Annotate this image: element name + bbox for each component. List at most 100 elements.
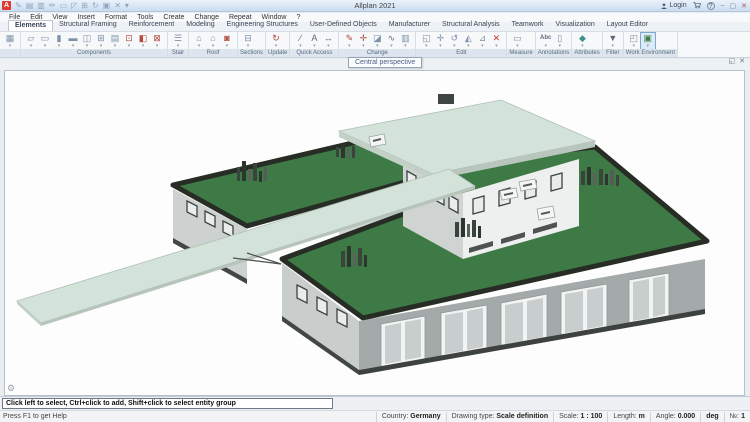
ribbon-tab[interactable]: Structural Analysis <box>436 20 506 31</box>
dropdown-caret-icon[interactable]: ▾ <box>86 44 89 49</box>
cart-icon[interactable] <box>693 2 701 9</box>
smart-door-icon[interactable]: ◧ ▾ <box>136 33 150 49</box>
match-properties-icon[interactable]: ▥ ▾ <box>398 33 412 49</box>
allplan-logo-icon[interactable]: A <box>2 1 11 10</box>
ribbon-tab[interactable]: Visualization <box>550 20 601 31</box>
recess-icon[interactable]: ⊠ ▾ <box>150 33 164 49</box>
window-opening-icon[interactable]: ⊞ ▾ <box>94 33 108 49</box>
status-cell[interactable]: deg <box>700 411 723 422</box>
close-button[interactable]: ✕ <box>741 2 747 10</box>
prompt-message[interactable]: Click left to select, Ctrl+click to add,… <box>2 398 333 409</box>
label-icon[interactable]: ▯ ▾ <box>553 33 567 49</box>
downstand-beam-icon[interactable]: ▬ ▾ <box>66 33 80 49</box>
line-icon[interactable]: ∕ ▾ <box>293 33 307 49</box>
ribbon-tab[interactable]: Elements <box>8 20 54 31</box>
spline-icon[interactable]: ∿ ▾ <box>384 33 398 49</box>
skylight-icon[interactable]: ◙ ▾ <box>220 33 234 49</box>
rotate-icon[interactable]: ↺ ▾ <box>447 33 461 49</box>
dropdown-caret-icon[interactable]: ▾ <box>30 44 33 49</box>
ribbon-tab[interactable]: Modeling <box>180 20 220 31</box>
dropdown-caret-icon[interactable]: ▾ <box>425 44 428 49</box>
plot-layout-icon[interactable]: ◰ ▾ <box>627 33 641 49</box>
ribbon-tab[interactable]: Manufacturer <box>383 20 436 31</box>
measure-icon[interactable]: ▭ ▾ <box>510 33 524 49</box>
viewport-cube-icon[interactable]: ▦ ▾ <box>3 33 17 49</box>
ribbon-tab[interactable]: Reinforcement <box>123 20 181 31</box>
viewport-float-icon[interactable]: ◱ <box>729 57 736 65</box>
roof-frame-icon[interactable]: ⌂ ▾ <box>192 33 206 49</box>
status-cell[interactable]: Length: m <box>607 411 650 422</box>
status-cell[interactable]: Scale: 1 : 100 <box>553 411 607 422</box>
column-icon[interactable]: ▮ ▾ <box>52 33 66 49</box>
dropdown-caret-icon[interactable]: ▾ <box>612 44 615 49</box>
dropdown-caret-icon[interactable]: ▾ <box>404 44 407 49</box>
ribbon-tab[interactable]: Layout Editor <box>601 20 654 31</box>
qat-caret-icon[interactable]: ▾ <box>125 1 129 11</box>
roof-covering-icon[interactable]: ⌂ ▾ <box>206 33 220 49</box>
move-icon[interactable]: ✛ ▾ <box>433 33 447 49</box>
dropdown-caret-icon[interactable]: ▾ <box>299 44 302 49</box>
dropdown-caret-icon[interactable]: ▾ <box>114 44 117 49</box>
ribbon-tab[interactable]: Teamwork <box>506 20 550 31</box>
dropdown-caret-icon[interactable]: ▾ <box>156 44 159 49</box>
section-icon[interactable]: ⊟ ▾ <box>241 33 255 49</box>
window-icon[interactable]: ▣ <box>103 1 111 11</box>
ribbon-tab[interactable]: Structural Framing <box>53 20 123 31</box>
attributes-icon[interactable]: ◆ ▾ <box>575 33 589 49</box>
match-icon[interactable]: ✎ <box>15 1 22 11</box>
dropdown-caret-icon[interactable]: ▾ <box>212 44 215 49</box>
offset-icon[interactable]: ✛ ▾ <box>356 33 370 49</box>
viewport-gear-icon[interactable]: ⚙ <box>7 384 15 393</box>
dropdown-caret-icon[interactable]: ▾ <box>313 44 316 49</box>
select-icon[interactable]: ◸ <box>71 1 77 11</box>
dropdown-caret-icon[interactable]: ▾ <box>376 44 379 49</box>
dropdown-caret-icon[interactable]: ▾ <box>633 44 636 49</box>
delete-icon[interactable]: ✕ ▾ <box>489 33 503 49</box>
edit-opening-icon[interactable]: ◪ ▾ <box>370 33 384 49</box>
copy-icon[interactable]: ◱ ▾ <box>419 33 433 49</box>
drawing-viewport[interactable]: ⚙ <box>4 70 745 396</box>
model-3d[interactable] <box>5 71 745 396</box>
dropdown-caret-icon[interactable]: ▾ <box>495 44 498 49</box>
work-environment-icon[interactable]: ▣ ▾ <box>639 32 656 50</box>
dropdown-caret-icon[interactable]: ▾ <box>516 44 519 49</box>
dropdown-caret-icon[interactable]: ▾ <box>544 44 547 49</box>
help-icon[interactable]: ? <box>706 1 715 10</box>
update-3d-icon[interactable]: ↻ ▾ <box>269 33 283 49</box>
dropdown-caret-icon[interactable]: ▾ <box>348 44 351 49</box>
scale-icon[interactable]: ⊿ ▾ <box>475 33 489 49</box>
dropdown-caret-icon[interactable]: ▾ <box>390 44 393 49</box>
dropdown-caret-icon[interactable]: ▾ <box>142 44 145 49</box>
dropdown-caret-icon[interactable]: ▾ <box>72 44 75 49</box>
dropdown-caret-icon[interactable]: ▾ <box>439 44 442 49</box>
dropdown-caret-icon[interactable]: ▾ <box>558 44 561 49</box>
viewport-close-icon[interactable]: ✕ <box>739 57 745 65</box>
dropdown-caret-icon[interactable]: ▾ <box>9 44 12 49</box>
upstand-icon[interactable]: ◫ ▾ <box>80 33 94 49</box>
dropdown-caret-icon[interactable]: ▾ <box>647 44 650 49</box>
close-doc-icon[interactable]: ✕ <box>114 1 121 11</box>
status-cell[interactable]: Country: Germany <box>375 411 446 422</box>
status-cell[interactable]: Angle: 0.000 <box>649 411 700 422</box>
slab-icon[interactable]: ▭ ▾ <box>38 33 52 49</box>
refresh-icon[interactable]: ↻ <box>92 1 99 11</box>
ribbon-tab[interactable]: Engineering Structures <box>221 20 304 31</box>
fillet-icon[interactable]: ✎ ▾ <box>342 33 356 49</box>
mirror-icon[interactable]: ◭ ▾ <box>461 33 475 49</box>
dropdown-caret-icon[interactable]: ▾ <box>100 44 103 49</box>
stair-icon[interactable]: ☰ ▾ <box>171 33 185 49</box>
dropdown-caret-icon[interactable]: ▾ <box>226 44 229 49</box>
login-button[interactable]: Login <box>661 2 687 9</box>
palette-icon[interactable]: ▤ <box>26 1 34 11</box>
comment-icon[interactable]: ▭ <box>60 1 68 11</box>
beam-grid-icon[interactable]: ▤ ▾ <box>108 33 122 49</box>
dropdown-caret-icon[interactable]: ▾ <box>467 44 470 49</box>
dimension-icon[interactable]: ↔ ▾ <box>321 33 335 49</box>
dropdown-caret-icon[interactable]: ▾ <box>177 44 180 49</box>
dropdown-caret-icon[interactable]: ▾ <box>247 44 250 49</box>
dropdown-caret-icon[interactable]: ▾ <box>44 44 47 49</box>
ribbon-tab[interactable]: User-Defined Objects <box>304 20 383 31</box>
maximize-button[interactable]: ▢ <box>730 2 737 10</box>
dropdown-caret-icon[interactable]: ▾ <box>362 44 365 49</box>
dropdown-caret-icon[interactable]: ▾ <box>128 44 131 49</box>
